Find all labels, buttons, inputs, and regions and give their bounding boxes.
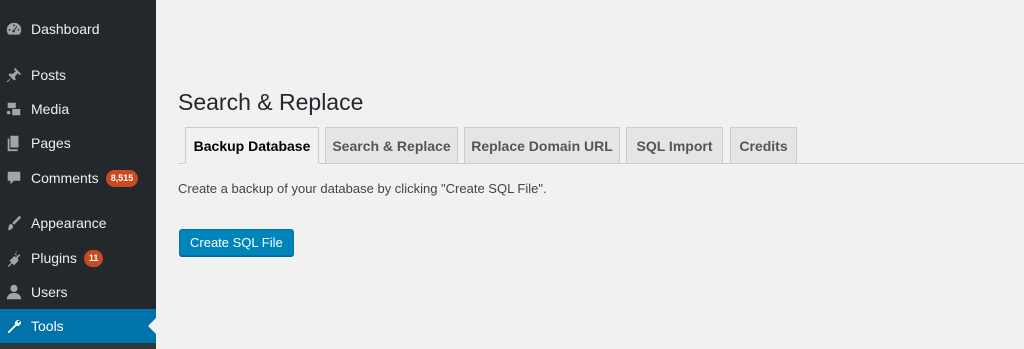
tab-credits[interactable]: Credits xyxy=(730,127,797,164)
sidebar-item-comments[interactable]: Comments 8,515 xyxy=(0,161,156,195)
create-sql-file-button[interactable]: Create SQL File xyxy=(179,229,294,256)
user-icon xyxy=(4,282,24,302)
sidebar-item-label: Plugins xyxy=(31,250,77,266)
sidebar-item-label: Appearance xyxy=(31,215,107,231)
sidebar-item-dashboard[interactable]: Dashboard xyxy=(0,12,156,46)
sidebar-item-label: Dashboard xyxy=(31,21,100,37)
sidebar-item-label: Posts xyxy=(31,67,67,83)
sidebar-item-label: Tools xyxy=(31,318,64,334)
plugin-icon xyxy=(4,248,24,268)
tab-bar: Backup Database Search & Replace Replace… xyxy=(178,127,1024,164)
sidebar-item-label: Pages xyxy=(31,135,71,151)
current-menu-arrow xyxy=(148,318,156,334)
sidebar-item-label: Comments xyxy=(31,170,99,186)
paintbrush-icon xyxy=(4,213,24,233)
sidebar-item-label: Media xyxy=(31,101,70,117)
comment-icon xyxy=(4,168,24,188)
plugins-count-badge: 11 xyxy=(83,249,104,267)
sidebar-item-appearance[interactable]: Appearance xyxy=(0,206,156,240)
pin-icon xyxy=(4,65,24,85)
sidebar-item-label: Users xyxy=(31,284,68,300)
pages-icon xyxy=(4,133,24,153)
sidebar-item-plugins[interactable]: Plugins 11 xyxy=(0,241,156,275)
tab-replace-domain-url[interactable]: Replace Domain URL xyxy=(464,127,620,164)
wrench-icon xyxy=(4,316,24,336)
sidebar-submenu-edge xyxy=(0,343,156,349)
media-icon xyxy=(4,99,24,119)
comments-count-badge: 8,515 xyxy=(105,169,139,187)
sidebar-item-posts[interactable]: Posts xyxy=(0,58,156,92)
sidebar-item-users[interactable]: Users xyxy=(0,275,156,309)
tab-sql-import[interactable]: SQL Import xyxy=(626,127,723,164)
backup-description: Create a backup of your database by clic… xyxy=(178,181,547,196)
main-content: Search & Replace Backup Database Search … xyxy=(156,0,1024,349)
page-title: Search & Replace xyxy=(178,89,364,115)
dashboard-icon xyxy=(4,19,24,39)
admin-sidebar: Dashboard Posts Media Pages Comments 8,5… xyxy=(0,0,156,349)
sidebar-item-tools[interactable]: Tools xyxy=(0,309,156,343)
sidebar-item-media[interactable]: Media xyxy=(0,92,156,126)
tab-search-replace[interactable]: Search & Replace xyxy=(325,127,458,164)
tab-backup-database[interactable]: Backup Database xyxy=(185,127,319,164)
sidebar-item-pages[interactable]: Pages xyxy=(0,126,156,160)
